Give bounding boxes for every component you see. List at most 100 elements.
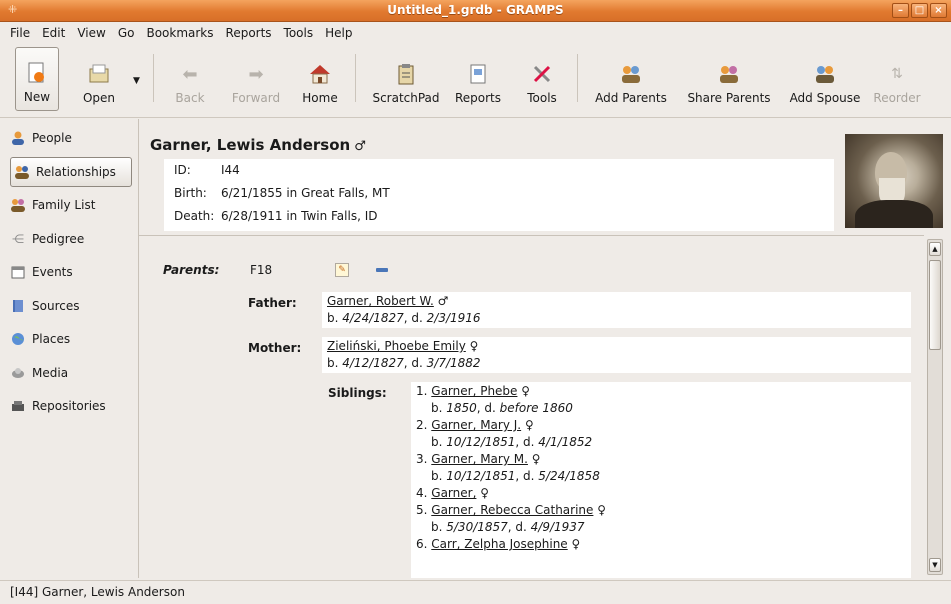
sibling-birth: 10/12/1851 <box>446 469 516 483</box>
remove-family-icon[interactable] <box>376 268 388 272</box>
back-button[interactable]: ⬅ Back <box>170 47 210 111</box>
father-death-date: 2/3/1916 <box>426 311 481 325</box>
open-button[interactable]: Open <box>76 47 122 111</box>
sidebar-item-people[interactable]: People <box>10 124 132 152</box>
new-button[interactable]: New <box>15 47 59 111</box>
sibling-name-link[interactable]: Garner, Phebe <box>431 384 517 398</box>
mother-birth-date: 4/12/1827 <box>342 356 404 370</box>
maximize-button[interactable]: □ <box>911 3 928 18</box>
menu-file[interactable]: File <box>4 26 36 40</box>
sibling-dates: b. 5/30/1857, d. 4/9/1937 <box>431 520 585 534</box>
id-label: ID: <box>174 163 191 177</box>
add-parents-icon <box>620 63 642 85</box>
person-photo[interactable] <box>845 134 943 228</box>
menu-go[interactable]: Go <box>112 26 141 40</box>
home-icon <box>309 63 331 85</box>
report-icon <box>467 63 489 85</box>
sidebar-item-pedigree[interactable]: ⋲ Pedigree <box>10 225 132 253</box>
death-prefix: , d. <box>507 520 531 534</box>
sibling-number: 5. <box>416 503 428 517</box>
sidebar-item-sources[interactable]: Sources <box>10 292 132 320</box>
id-value: I44 <box>221 163 240 177</box>
home-button[interactable]: Home <box>298 47 342 111</box>
father-birth-date: 4/24/1827 <box>342 311 404 325</box>
menu-tools[interactable]: Tools <box>278 26 320 40</box>
sidebar-item-events[interactable]: Events <box>10 258 132 286</box>
sidebar-item-media[interactable]: Media <box>10 359 132 387</box>
family-list-icon <box>10 197 26 213</box>
menu-edit[interactable]: Edit <box>36 26 71 40</box>
menu-reports[interactable]: Reports <box>220 26 278 40</box>
death-prefix: , d. <box>476 401 500 415</box>
scroll-down-button[interactable]: ▼ <box>929 558 941 572</box>
clipboard-icon <box>395 63 417 85</box>
female-icon: ♀ <box>571 537 581 551</box>
sibling-name-link[interactable]: Garner, Rebecca Catharine <box>431 503 593 517</box>
sibling-birth: 5/30/1857 <box>446 520 508 534</box>
sibling-birth: 1850 <box>446 401 477 415</box>
new-label: New <box>23 90 51 104</box>
minimize-button[interactable]: – <box>892 3 909 18</box>
reorder-icon: ⇅ <box>891 66 903 82</box>
list-item: 1. Garner, Phebe ♀ <box>416 384 530 398</box>
father-name-link[interactable]: Garner, Robert W. <box>327 294 434 308</box>
person-name[interactable]: Garner, Lewis Anderson ♂ <box>150 136 366 154</box>
people-icon <box>10 130 26 146</box>
sibling-name-link[interactable]: Carr, Zelpha Josephine <box>431 537 567 551</box>
tools-label: Tools <box>527 91 557 105</box>
edit-family-icon[interactable]: ✎ <box>335 263 349 277</box>
menu-bar: File Edit View Go Bookmarks Reports Tool… <box>0 22 951 44</box>
title-bar: ⁜ Untitled_1.grdb - GRAMPS – □ × <box>0 0 951 22</box>
list-item: 5. Garner, Rebecca Catharine ♀ <box>416 503 606 517</box>
add-parents-button[interactable]: Add Parents <box>590 47 672 111</box>
sidebar-item-places[interactable]: Places <box>10 325 132 353</box>
add-spouse-button[interactable]: Add Spouse <box>786 47 864 111</box>
sidebar-item-relationships[interactable]: Relationships <box>10 157 132 187</box>
death-label: Death: <box>174 209 215 223</box>
reports-label: Reports <box>454 91 502 105</box>
list-item: 3. Garner, Mary M. ♀ <box>416 452 541 466</box>
person-header: Garner, Lewis Anderson ♂ ID: I44 Birth: 6… <box>139 119 951 233</box>
reorder-button[interactable]: ⇅ Reorder <box>872 47 922 111</box>
sibling-number: 6. <box>416 537 428 551</box>
sibling-dates: b. 10/12/1851, d. 4/1/1852 <box>431 435 593 449</box>
toolbar-separator <box>153 54 154 102</box>
sidebar-item-label: Media <box>32 366 69 380</box>
share-parents-button[interactable]: Share Parents <box>681 47 777 111</box>
menu-bookmarks[interactable]: Bookmarks <box>140 26 219 40</box>
male-icon: ♂ <box>354 139 366 154</box>
sidebar-item-label: Sources <box>32 299 80 313</box>
menu-help[interactable]: Help <box>319 26 358 40</box>
mother-name-link[interactable]: Zieliński, Phoebe Emily <box>327 339 466 353</box>
birth-prefix: b. <box>327 311 343 325</box>
status-bar: [I44] Garner, Lewis Anderson <box>0 580 951 604</box>
family-id: F18 <box>250 263 273 277</box>
family-content: Parents: F18 ✎ Father: Garner, Robert W.… <box>139 239 924 578</box>
birth-prefix: b. <box>327 356 343 370</box>
share-parents-label: Share Parents <box>687 91 771 105</box>
sidebar-item-repositories[interactable]: Repositories <box>10 392 132 420</box>
scratchpad-button[interactable]: ScratchPad <box>368 47 444 111</box>
tools-button[interactable]: Tools <box>522 47 562 111</box>
vertical-scrollbar[interactable]: ▲ ▼ <box>927 239 943 575</box>
menu-view[interactable]: View <box>71 26 111 40</box>
forward-button[interactable]: ➡ Forward <box>228 47 284 111</box>
birth-row: Birth: 6/21/1855 in Great Falls, MT <box>174 186 390 206</box>
sidebar-item-family-list[interactable]: Family List <box>10 191 132 219</box>
header-divider <box>139 235 924 236</box>
sibling-name-link[interactable]: Garner, <box>431 486 476 500</box>
scroll-thumb[interactable] <box>929 260 941 350</box>
sibling-name-link[interactable]: Garner, Mary J. <box>431 418 521 432</box>
sibling-name-link[interactable]: Garner, Mary M. <box>431 452 528 466</box>
sibling-death: before 1860 <box>499 401 573 415</box>
scratchpad-label: ScratchPad <box>372 91 440 105</box>
scroll-up-button[interactable]: ▲ <box>929 242 941 256</box>
open-recent-dropdown[interactable]: ▼ <box>133 76 140 86</box>
close-button[interactable]: × <box>930 3 947 18</box>
parents-label: Parents: <box>163 263 220 277</box>
reports-button[interactable]: Reports <box>452 47 504 111</box>
list-item: 2. Garner, Mary J. ♀ <box>416 418 534 432</box>
back-arrow-icon: ⬅ <box>182 63 198 85</box>
siblings-box: 1. Garner, Phebe ♀ b. 1850, d. before 18… <box>411 382 911 578</box>
sources-icon <box>10 298 26 314</box>
